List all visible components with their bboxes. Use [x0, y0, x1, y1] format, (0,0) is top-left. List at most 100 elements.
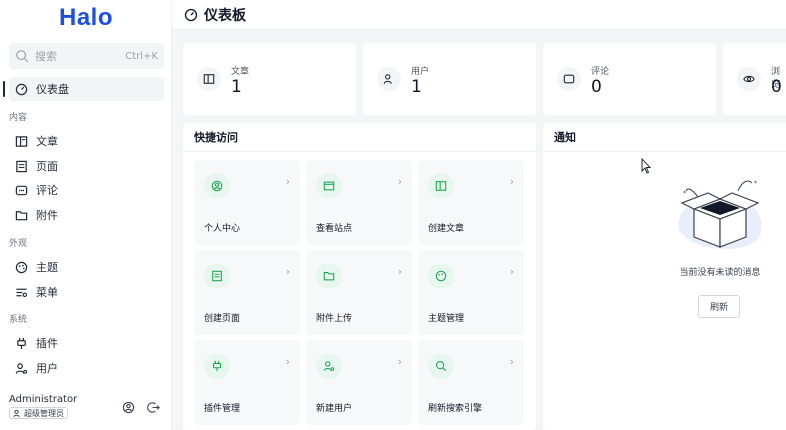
sidebar-item-users[interactable]: 用户: [9, 356, 164, 380]
plug-icon: [204, 353, 230, 379]
sidebar-item-attachments[interactable]: 附件: [9, 203, 164, 227]
sidebar: Halo 搜索 Ctrl+K 仪表盘 内容 文章 页面 评论 附件 外观 主题 …: [0, 0, 172, 430]
notice-empty-text: 当前没有未读的消息: [679, 268, 761, 278]
sidebar-item-label: 仪表盘: [36, 83, 69, 96]
group-label-system: 系统: [9, 315, 28, 325]
stat-card-posts: 文章 1: [183, 43, 356, 115]
stat-label: 评论: [591, 67, 610, 77]
notice-title: 通知: [543, 123, 786, 152]
search-input[interactable]: 搜索 Ctrl+K: [9, 43, 164, 69]
chevron-right-icon: ›: [285, 265, 290, 278]
svg-text:*: *: [683, 190, 686, 197]
stat-label: 文章: [231, 67, 250, 77]
quick-access-label: 创建页面: [204, 314, 241, 324]
page-title: 仪表板: [204, 7, 246, 24]
chevron-right-icon: ›: [285, 175, 290, 188]
search-icon: [16, 50, 29, 63]
dashboard-icon: [184, 8, 198, 22]
folder-icon: [15, 209, 28, 222]
quick-access-create-post[interactable]: › 创建文章: [418, 160, 524, 245]
chevron-right-icon: ›: [509, 175, 514, 188]
quick-access-label: 查看站点: [316, 224, 353, 234]
stat-value: 1: [411, 77, 422, 97]
profile-icon[interactable]: [122, 401, 135, 414]
stat-card-comments: 评论 0: [543, 43, 716, 115]
page-icon: [15, 160, 28, 173]
group-label-content: 内容: [9, 113, 28, 123]
quick-access-label: 附件上传: [316, 314, 353, 324]
sidebar-item-label: 插件: [36, 337, 58, 350]
palette-icon: [428, 263, 454, 289]
quick-access-label: 创建文章: [428, 224, 465, 234]
user-actions: [122, 401, 160, 414]
stat-label: 用户: [411, 67, 430, 77]
quick-access-profile[interactable]: › 个人中心: [194, 160, 300, 245]
quick-access-label: 个人中心: [204, 224, 241, 234]
chevron-right-icon: ›: [285, 355, 290, 368]
palette-icon: [15, 261, 28, 274]
dashboard-icon: [15, 83, 28, 96]
quick-access-themes[interactable]: › 主题管理: [418, 250, 524, 335]
stat-card-views: 浏览 0: [723, 43, 786, 115]
quick-access-title: 快捷访问: [183, 123, 536, 152]
quick-access-upload[interactable]: › 附件上传: [306, 250, 412, 335]
user-icon: [13, 409, 22, 418]
empty-box-illustration: * *: [678, 180, 762, 249]
sidebar-item-menus[interactable]: 菜单: [9, 280, 164, 304]
profile-icon: [204, 173, 230, 199]
search-shortcut: Ctrl+K: [125, 50, 158, 62]
sidebar-item-label: 文章: [36, 135, 58, 148]
user-icon: [377, 67, 401, 91]
sidebar-item-label: 主题: [36, 261, 58, 274]
stat-value: 1: [231, 77, 242, 97]
halo-logo[interactable]: Halo: [0, 4, 172, 32]
page-header: 仪表板: [172, 0, 786, 30]
search-icon: [428, 353, 454, 379]
sidebar-item-plugins[interactable]: 插件: [9, 331, 164, 355]
sidebar-item-label: 附件: [36, 209, 58, 222]
comment-icon: [557, 67, 581, 91]
quick-access-view-site[interactable]: › 查看站点: [306, 160, 412, 245]
chevron-right-icon: ›: [509, 355, 514, 368]
sidebar-item-label: 页面: [36, 160, 58, 173]
sidebar-item-label: 用户: [36, 362, 58, 375]
quick-access-label: 刷新搜索引擎: [428, 404, 483, 414]
user-add-icon: [316, 353, 342, 379]
quick-access-new-user[interactable]: › 新建用户: [306, 340, 412, 425]
site-icon: [316, 173, 342, 199]
folder-icon: [316, 263, 342, 289]
quick-access-refresh-search[interactable]: › 刷新搜索引擎: [418, 340, 524, 425]
stat-value: 0: [771, 77, 782, 97]
post-icon: [15, 135, 28, 148]
refresh-button[interactable]: 刷新: [698, 295, 740, 318]
sidebar-item-dashboard[interactable]: 仪表盘: [3, 77, 164, 101]
sidebar-item-posts[interactable]: 文章: [9, 129, 164, 153]
mouse-cursor-icon: [641, 158, 651, 174]
post-icon: [428, 173, 454, 199]
post-icon: [197, 67, 221, 91]
user-role-label: 超级管理员: [24, 408, 64, 418]
stat-card-users: 用户 1: [363, 43, 536, 115]
chevron-right-icon: ›: [397, 265, 402, 278]
quick-access-plugins[interactable]: › 插件管理: [194, 340, 300, 425]
quick-access-create-page[interactable]: › 创建页面: [194, 250, 300, 335]
stat-value: 0: [591, 77, 602, 97]
group-label-appearance: 外观: [9, 239, 28, 249]
chevron-right-icon: ›: [509, 265, 514, 278]
sidebar-item-label: 评论: [36, 184, 58, 197]
quick-access-label: 主题管理: [428, 314, 465, 324]
svg-text:*: *: [754, 180, 757, 187]
quick-access-label: 插件管理: [204, 404, 241, 414]
plug-icon: [15, 337, 28, 350]
sidebar-item-themes[interactable]: 主题: [9, 255, 164, 279]
sidebar-item-label: 菜单: [36, 286, 58, 299]
sidebar-item-comments[interactable]: 评论: [9, 178, 164, 202]
logout-icon[interactable]: [147, 401, 160, 414]
chevron-right-icon: ›: [397, 175, 402, 188]
quick-access-label: 新建用户: [316, 404, 353, 414]
comment-icon: [15, 184, 28, 197]
chevron-right-icon: ›: [397, 355, 402, 368]
menu-icon: [15, 286, 28, 299]
user-icon: [15, 362, 28, 375]
sidebar-item-pages[interactable]: 页面: [9, 154, 164, 178]
